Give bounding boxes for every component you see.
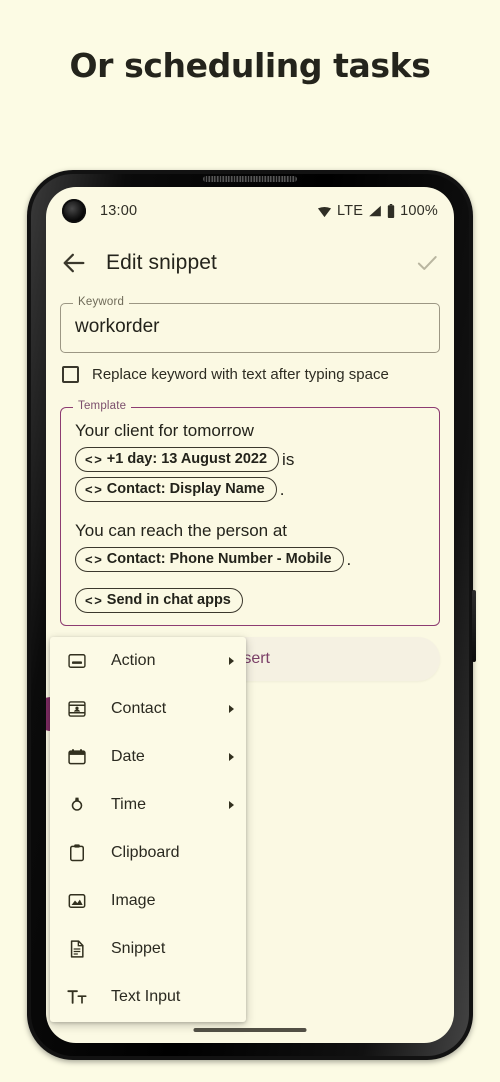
template-chip-row: < > +1 day: 13 August 2022 is	[75, 447, 429, 472]
template-token-label: Contact: Phone Number - Mobile	[106, 551, 332, 567]
menu-item-time[interactable]: Time	[50, 781, 246, 829]
submenu-arrow-icon	[229, 753, 234, 761]
insert-type-menu[interactable]: Action Contact Date Time Clipboard Image Snipp…	[50, 637, 246, 1022]
menu-item-label: Snippet	[111, 940, 166, 957]
code-brackets-icon: < >	[85, 551, 102, 567]
status-bar: 13:00 LTE 100%	[46, 187, 454, 235]
app-bar: Edit snippet	[46, 235, 454, 291]
menu-item-label: Clipboard	[111, 844, 180, 861]
template-chip-trailing-text: is	[282, 449, 295, 469]
code-brackets-icon: < >	[85, 481, 102, 497]
template-chip-trailing-text: .	[279, 479, 285, 499]
back-arrow-icon[interactable]	[60, 249, 88, 277]
phone-mockup: 13:00 LTE 100% Edit snippet Keyword work…	[27, 170, 476, 1060]
status-bar-indicators: LTE 100%	[317, 203, 438, 219]
document-icon	[70, 940, 84, 958]
gesture-navigation-bar[interactable]	[193, 1028, 307, 1032]
checkmark-icon[interactable]	[414, 250, 440, 276]
menu-item-label: Contact	[111, 700, 167, 717]
replace-keyword-option[interactable]: Replace keyword with text after typing s…	[62, 366, 389, 383]
menu-item-label: Action	[111, 652, 156, 669]
template-chip-row: < > Contact: Display Name.	[75, 477, 429, 502]
code-brackets-icon: < >	[85, 451, 102, 467]
template-token-label: +1 day: 13 August 2022	[106, 451, 268, 467]
cell-signal-icon	[369, 205, 381, 217]
template-token-label: Send in chat apps	[106, 592, 231, 608]
template-field[interactable]: Template Your client for tomorrow < > +1 d…	[60, 400, 440, 626]
template-text-line: You can reach the person at	[75, 521, 288, 540]
app-bar-title: Edit snippet	[106, 251, 217, 274]
calendar-icon	[68, 749, 86, 765]
template-token-chip[interactable]: < > +1 day: 13 August 2022	[75, 447, 280, 472]
template-spacer	[75, 577, 429, 588]
watch-icon	[71, 797, 83, 811]
status-bar-time: 13:00	[100, 203, 138, 219]
template-token-chip[interactable]: < > Contact: Display Name	[75, 477, 277, 502]
template-chip-row: < > Contact: Phone Number - Mobile.	[75, 547, 429, 572]
image-icon	[68, 894, 86, 908]
power-button[interactable]	[472, 590, 476, 662]
page-title: Or scheduling tasks	[69, 46, 431, 85]
phone-screen: 13:00 LTE 100% Edit snippet Keyword work…	[46, 187, 454, 1043]
battery-percent-label: 100%	[400, 203, 438, 219]
clipboard-icon	[70, 844, 84, 862]
network-type-label: LTE	[336, 203, 364, 219]
menu-item-snippet[interactable]: Snippet	[50, 925, 246, 973]
menu-item-label: Text Input	[111, 988, 181, 1005]
battery-icon	[387, 204, 395, 218]
wifi-icon	[317, 206, 332, 217]
submenu-arrow-icon	[229, 705, 234, 713]
menu-item-date[interactable]: Date	[50, 733, 246, 781]
replace-keyword-label: Replace keyword with text after typing s…	[92, 366, 389, 383]
submenu-arrow-icon	[229, 801, 234, 809]
template-chip-trailing-text: .	[346, 549, 352, 569]
text-input-icon	[67, 990, 87, 1004]
menu-item-label: Time	[111, 796, 146, 813]
code-brackets-icon: < >	[85, 592, 102, 608]
keyword-field[interactable]: Keyword workorder	[60, 296, 440, 353]
template-field-label: Template	[73, 400, 132, 412]
menu-item-action[interactable]: Action	[50, 637, 246, 685]
keyword-field-label: Keyword	[73, 296, 130, 308]
template-content: Your client for tomorrow < > +1 day: 13 Au…	[75, 418, 429, 618]
template-token-chip[interactable]: < > Contact: Phone Number - Mobile	[75, 547, 344, 572]
submenu-arrow-icon	[229, 657, 234, 665]
menu-item-clipboard[interactable]: Clipboard	[50, 829, 246, 877]
template-token-chip[interactable]: < > Send in chat apps	[75, 588, 243, 613]
menu-item-label: Image	[111, 892, 156, 909]
menu-item-text-input[interactable]: Text Input	[50, 973, 246, 1021]
contact-card-icon	[68, 701, 86, 717]
template-spacer	[75, 507, 429, 518]
front-camera-punch-hole-icon	[62, 199, 86, 223]
menu-item-image[interactable]: Image	[50, 877, 246, 925]
template-chip-row: < > Send in chat apps	[75, 588, 429, 613]
earpiece-speaker-grille	[203, 176, 297, 182]
action-bar-icon	[68, 654, 86, 668]
template-text-line: Your client for tomorrow	[75, 421, 254, 440]
menu-item-label: Date	[111, 748, 145, 765]
template-token-label: Contact: Display Name	[106, 481, 265, 497]
menu-item-contact[interactable]: Contact	[50, 685, 246, 733]
replace-keyword-checkbox[interactable]	[62, 366, 79, 383]
page-root: Or scheduling tasks 13:00 LTE 100% Edit …	[0, 0, 500, 1082]
keyword-field-value: workorder	[75, 316, 160, 337]
